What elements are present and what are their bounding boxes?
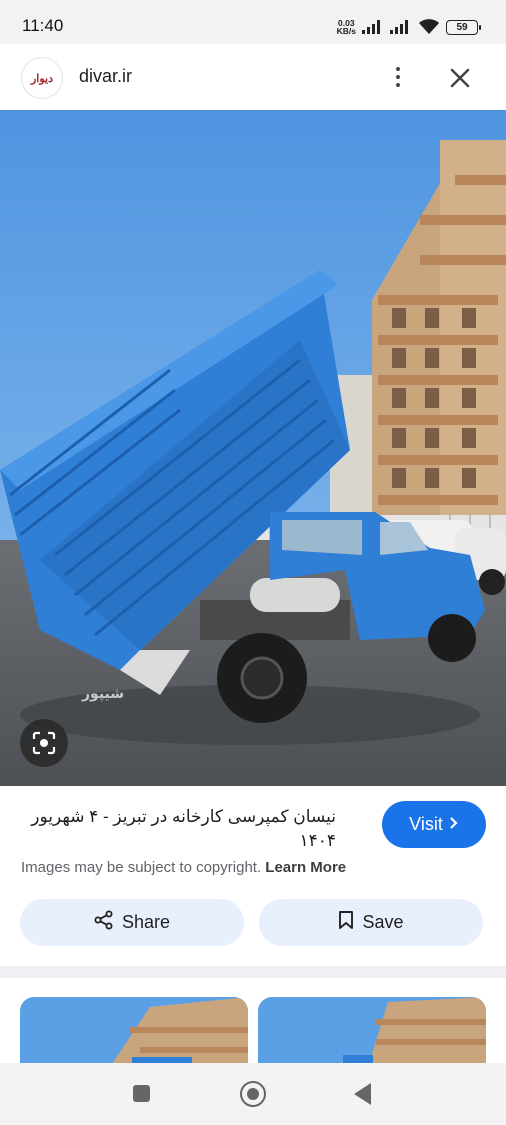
save-label: Save bbox=[362, 912, 404, 932]
result-image[interactable]: شیپور bbox=[0, 110, 506, 786]
signal-icon-2 bbox=[390, 20, 412, 34]
watermark-text: شیپور bbox=[81, 686, 124, 702]
status-bar: 11:40 0.03 KB/s 59 bbox=[0, 0, 506, 44]
visit-label: Visit bbox=[409, 814, 443, 834]
copyright-notice: Images may be subject to copyright. Lear… bbox=[21, 859, 347, 876]
share-icon bbox=[94, 910, 114, 935]
related-image-thumbnail[interactable] bbox=[258, 997, 486, 1067]
more-vert-icon[interactable] bbox=[386, 63, 410, 91]
back-icon[interactable] bbox=[354, 1083, 371, 1105]
signal-icon bbox=[362, 20, 384, 34]
source-header: دیوار divar.ir bbox=[0, 44, 506, 110]
result-title[interactable]: نیسان کمپرسی کارخانه در تبریز - ۴ شهریور… bbox=[6, 805, 336, 853]
save-button[interactable]: Save bbox=[259, 899, 483, 946]
lens-icon[interactable] bbox=[20, 719, 68, 767]
wifi-icon bbox=[418, 19, 440, 35]
site-logo[interactable]: دیوار bbox=[21, 57, 63, 99]
bookmark-icon bbox=[338, 910, 354, 935]
system-nav-bar bbox=[0, 1063, 506, 1125]
section-divider bbox=[0, 966, 506, 978]
site-logo-text: دیوار bbox=[30, 71, 53, 85]
home-icon[interactable] bbox=[240, 1081, 266, 1107]
share-label: Share bbox=[121, 912, 171, 932]
status-time: 11:40 bbox=[22, 16, 64, 35]
site-name[interactable]: divar.ir bbox=[79, 66, 132, 87]
learn-more-link[interactable]: Learn More bbox=[265, 859, 346, 876]
network-speed: 0.03 KB/s bbox=[336, 18, 356, 36]
recents-icon[interactable] bbox=[133, 1085, 150, 1102]
close-icon[interactable] bbox=[446, 64, 474, 92]
chevron-right-icon bbox=[449, 814, 459, 835]
share-button[interactable]: Share bbox=[20, 899, 244, 946]
related-image-thumbnail[interactable] bbox=[20, 997, 248, 1067]
visit-button[interactable]: Visit bbox=[382, 801, 486, 848]
status-icons: 0.03 KB/s 59 bbox=[336, 17, 481, 37]
battery-icon: 59 bbox=[446, 19, 481, 35]
